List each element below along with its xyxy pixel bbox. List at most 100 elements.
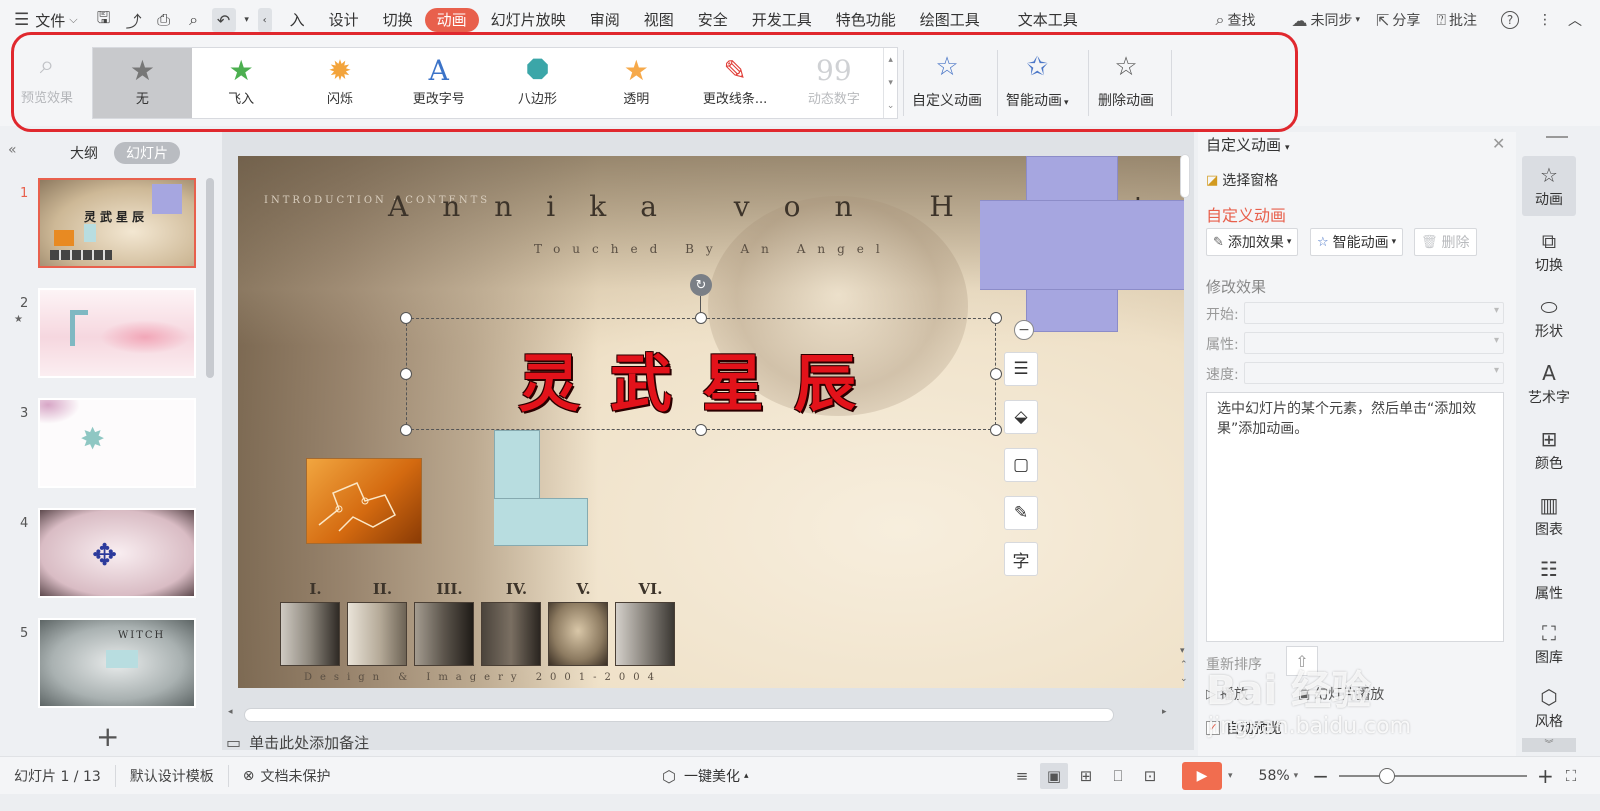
auto-preview-checkbox[interactable]: ✓ 自动预览 bbox=[1206, 718, 1282, 738]
selection-pane-button[interactable]: ◪ 选择窗格 bbox=[1206, 170, 1278, 190]
resize-handle-right[interactable] bbox=[990, 368, 1002, 380]
scroll-left-icon[interactable]: ◂ bbox=[228, 707, 233, 717]
vertical-scroll-thumb[interactable] bbox=[1180, 154, 1190, 198]
slide-thumbnail-5[interactable]: WITCH bbox=[38, 618, 196, 708]
rotate-handle-icon[interactable]: ↻ bbox=[690, 274, 712, 296]
slide-thumbnail-row[interactable]: 1 灵武星辰 bbox=[0, 178, 210, 274]
slide-photo[interactable] bbox=[306, 458, 422, 544]
sidebar-item-color[interactable]: ⊞ 颜色 bbox=[1522, 420, 1576, 480]
smart-animation-dropdown[interactable]: ☆ 智能动画 ▾ bbox=[1310, 228, 1404, 256]
share-button[interactable]: ⇱ 分享 bbox=[1376, 10, 1420, 30]
zoom-slider-knob[interactable] bbox=[1378, 768, 1395, 784]
portrait-image[interactable] bbox=[615, 602, 675, 666]
minus-handle-icon[interactable]: − bbox=[1014, 320, 1034, 340]
print-icon[interactable]: ⎙ bbox=[152, 8, 176, 32]
tab-text-tools[interactable]: 文本工具 bbox=[1006, 8, 1090, 32]
notes-view-icon[interactable]: ≡ bbox=[1008, 763, 1036, 789]
print-preview-icon[interactable]: ⌕ bbox=[182, 8, 206, 32]
slide-thumbnail-3[interactable]: ✸ bbox=[38, 398, 196, 488]
add-slide-icon[interactable]: + bbox=[96, 720, 119, 753]
reading-view-icon[interactable]: ⎕ bbox=[1104, 763, 1132, 789]
slideshow-options-icon[interactable]: ▾ bbox=[1228, 771, 1233, 781]
effect-change-line[interactable]: ✎ 更改线条... bbox=[686, 48, 785, 118]
gallery-expand-icon[interactable]: ⌄ bbox=[887, 101, 895, 111]
document-protection[interactable]: ⊗ 文档未保护 bbox=[243, 766, 331, 786]
undo-icon[interactable]: ↶ bbox=[211, 8, 236, 32]
tab-security[interactable]: 安全 bbox=[686, 8, 740, 32]
slide-canvas[interactable]: INTRODUCTION · CONTENTS Annika von Holdt… bbox=[238, 156, 1184, 688]
text-format-icon[interactable]: 字 bbox=[1004, 542, 1038, 576]
export-icon[interactable]: ⤴ bbox=[122, 8, 146, 32]
slide-thumbnail-2[interactable] bbox=[38, 288, 196, 378]
tab-drawing-tools[interactable]: 绘图工具 bbox=[908, 8, 992, 32]
slide-sorter-view-icon[interactable]: ⊞ bbox=[1072, 763, 1100, 789]
sidebar-collapse-icon[interactable]: ︾ bbox=[1522, 738, 1576, 752]
zoom-dropdown-icon[interactable]: ▾ bbox=[1294, 771, 1299, 781]
effect-flash[interactable]: ✹ 闪烁 bbox=[291, 48, 390, 118]
scroll-right-icon[interactable]: ▸ bbox=[1162, 707, 1167, 717]
hamburger-menu-icon[interactable]: ☰ bbox=[14, 10, 29, 30]
design-template[interactable]: 默认设计模板 bbox=[130, 766, 214, 786]
portrait-image[interactable] bbox=[548, 602, 608, 666]
sidebar-item-properties[interactable]: ☷ 属性 bbox=[1522, 550, 1576, 610]
sidebar-item-transition[interactable]: ⧉ 切换 bbox=[1522, 222, 1576, 282]
horizontal-scroll-thumb[interactable] bbox=[244, 708, 1114, 722]
sidebar-item-style[interactable]: ⬡ 风格 bbox=[1522, 678, 1576, 738]
sidebar-item-animation[interactable]: ☆ 动画 bbox=[1522, 156, 1576, 216]
effect-change-font-size[interactable]: A 更改字号 bbox=[389, 48, 488, 118]
gallery-scrollbar[interactable]: ▴ ▾ ⌄ bbox=[883, 48, 897, 118]
sidebar-item-wordart[interactable]: A 艺术字 bbox=[1522, 354, 1576, 414]
tab-view[interactable]: 视图 bbox=[632, 8, 686, 32]
tab-outline[interactable]: 大纲 bbox=[58, 142, 110, 164]
close-icon[interactable]: ✕ bbox=[1492, 134, 1505, 153]
zoom-in-icon[interactable]: + bbox=[1537, 764, 1554, 788]
start-slideshow-button[interactable]: ▶ bbox=[1182, 762, 1222, 790]
file-menu[interactable]: 文件 bbox=[35, 10, 65, 31]
custom-animation-button[interactable]: ☆ 自定义动画 bbox=[912, 48, 982, 120]
portrait-image[interactable] bbox=[414, 602, 474, 666]
slide-thumbnail-row[interactable]: 5 WITCH bbox=[0, 618, 210, 714]
resize-handle-top-left[interactable] bbox=[400, 312, 412, 324]
title-textbox[interactable]: 灵武星辰 bbox=[406, 318, 996, 430]
collapse-ribbon-icon[interactable]: ︿ bbox=[1568, 10, 1582, 30]
resize-handle-bottom[interactable] bbox=[695, 424, 707, 436]
effect-none[interactable]: ★ 无 bbox=[93, 48, 192, 118]
tab-design[interactable]: 设计 bbox=[317, 8, 371, 32]
slide-thumbnail-row[interactable]: 4 ✥ bbox=[0, 508, 210, 604]
help-icon[interactable]: ? bbox=[1501, 11, 1522, 29]
smart-animation-button[interactable]: ✩ 智能动画 ▾ bbox=[1006, 48, 1069, 120]
gallery-scroll-down-icon[interactable]: ▾ bbox=[888, 78, 893, 88]
normal-view-icon[interactable]: ▣ bbox=[1040, 763, 1068, 789]
resize-handle-bottom-left[interactable] bbox=[400, 424, 412, 436]
portrait-image[interactable] bbox=[280, 602, 340, 666]
sidebar-item-gallery[interactable]: ⛶ 图库 bbox=[1522, 614, 1576, 674]
layers-icon[interactable]: ☰ bbox=[1004, 352, 1038, 386]
chevron-down-icon[interactable]: ⌵ bbox=[69, 13, 77, 27]
one-click-beautify-button[interactable]: ⬡ 一键美化 ▴ bbox=[662, 757, 749, 795]
more-options-icon[interactable]: ⋮ bbox=[1538, 12, 1552, 28]
resize-handle-bottom-right[interactable] bbox=[990, 424, 1002, 436]
tab-insert[interactable]: 入 bbox=[288, 8, 317, 32]
fit-window-icon[interactable]: ⛶ bbox=[1566, 767, 1577, 785]
slide-thumbnail-row[interactable]: 2 ★ bbox=[0, 288, 210, 384]
pane-title[interactable]: 自定义动画 ▾ bbox=[1206, 134, 1290, 155]
l-shape[interactable] bbox=[494, 430, 588, 546]
gallery-scroll-up-icon[interactable]: ▴ bbox=[888, 55, 893, 65]
slide-subtitle[interactable]: Touched By An Angel bbox=[534, 242, 892, 256]
sidebar-item-shapes[interactable]: ⬭ 形状 bbox=[1522, 288, 1576, 348]
sync-button[interactable]: ☁ 未同步 ▾ bbox=[1291, 10, 1360, 30]
scroll-arrows[interactable]: ▾ ⌃ ⌄ bbox=[1180, 644, 1188, 686]
zoom-level[interactable]: 58% bbox=[1259, 768, 1290, 784]
tab-review[interactable]: 审阅 bbox=[578, 8, 632, 32]
slide-thumbnail-row[interactable]: 3 ✸ bbox=[0, 398, 210, 494]
tab-slides[interactable]: 幻灯片 bbox=[114, 142, 180, 164]
tab-developer[interactable]: 开发工具 bbox=[740, 8, 824, 32]
presenter-view-icon[interactable]: ⊡ bbox=[1136, 763, 1164, 789]
tab-transition[interactable]: 切换 bbox=[371, 8, 425, 32]
slideshow-play-button[interactable]: ▣ 幻灯片播放 bbox=[1298, 684, 1384, 704]
outline-icon[interactable]: ▢ bbox=[1004, 448, 1038, 482]
fill-bucket-icon[interactable]: ⬙ bbox=[1004, 400, 1038, 434]
effect-fly-in[interactable]: ★ 飞入 bbox=[192, 48, 291, 118]
zoom-out-icon[interactable]: − bbox=[1312, 764, 1329, 788]
slide-thumbnail-4[interactable]: ✥ bbox=[38, 508, 196, 598]
